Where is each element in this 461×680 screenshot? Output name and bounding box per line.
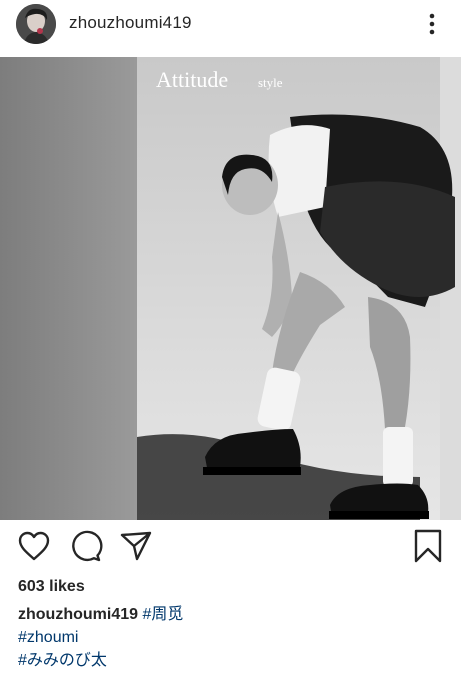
bookmark-icon[interactable] <box>410 528 446 564</box>
post-header: zhouzhoumi419 <box>0 0 461 52</box>
image-wordmark: Attitude <box>156 67 228 92</box>
hashtag-zhoumi-cn[interactable]: #周觅 <box>142 606 183 623</box>
image-wordmark-suffix: style <box>258 75 283 90</box>
avatar[interactable] <box>16 4 56 44</box>
comment-icon[interactable] <box>67 528 103 564</box>
hashtag-miminobita[interactable]: #みみのび太 <box>18 652 107 669</box>
post-caption: zhouzhoumi419 #周觅 #zhoumi #みみのび太 <box>18 603 183 672</box>
post-actions <box>0 528 461 568</box>
post-username[interactable]: zhouzhoumi419 <box>69 13 192 33</box>
send-icon[interactable] <box>118 528 154 564</box>
hashtag-zhoumi[interactable]: #zhoumi <box>18 629 78 646</box>
more-options-icon[interactable] <box>423 12 441 38</box>
heart-icon[interactable] <box>16 528 52 564</box>
caption-author[interactable]: zhouzhoumi419 <box>18 606 138 623</box>
likes-count[interactable]: 603 likes <box>18 578 85 596</box>
post-image[interactable]: Attitude style <box>0 57 461 520</box>
